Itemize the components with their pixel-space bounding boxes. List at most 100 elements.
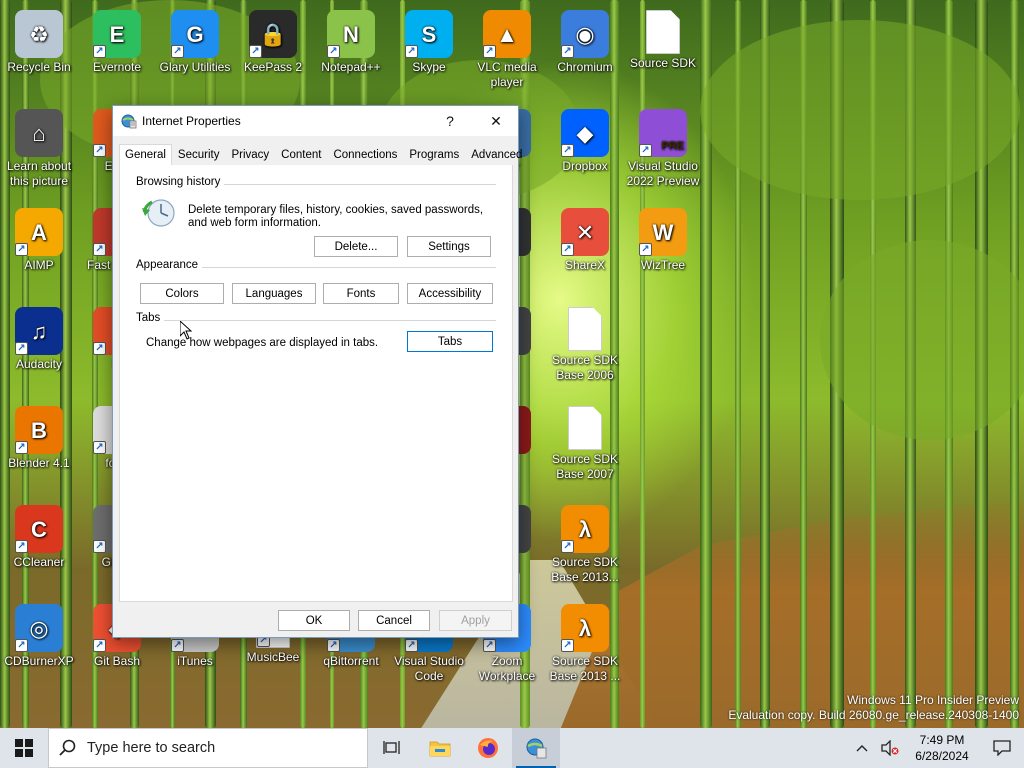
windows-logo-icon <box>15 739 33 757</box>
desktop-icon-keepass-2[interactable]: 🔒 ↗ KeePass 2 <box>234 4 312 75</box>
file-explorer-button[interactable] <box>416 728 464 768</box>
tab-advanced[interactable]: Advanced <box>465 145 528 165</box>
firefox-button[interactable] <box>464 728 512 768</box>
tab-bar: General Security Privacy Content Connect… <box>119 143 522 166</box>
desktop-icon-source-sdk-base-2013[interactable]: λ ↗ Source SDK Base 2013 ... <box>546 598 624 684</box>
notification-center-icon <box>993 740 1011 756</box>
taskbar-clock[interactable]: 7:49 PM 6/28/2024 <box>904 732 980 764</box>
task-view-button[interactable] <box>368 728 416 768</box>
desktop-icon-label: iTunes <box>177 654 213 668</box>
desktop-icon-wiztree[interactable]: W ↗ WizTree <box>624 202 702 273</box>
app-icon: λ ↗ <box>561 505 609 553</box>
general-tab-panel: Browsing history Delete temporary files,… <box>119 165 513 602</box>
shortcut-arrow-icon: ↗ <box>15 342 28 355</box>
taskbar: Type here to search 7:49 PM 6/28/2024 <box>0 728 1024 768</box>
desktop-icon-label: Source SDK Base 2013... <box>551 555 619 584</box>
volume-button[interactable] <box>876 728 904 768</box>
cancel-button[interactable]: Cancel <box>358 610 430 631</box>
shortcut-arrow-icon: ↗ <box>93 540 106 553</box>
accessibility-button[interactable]: Accessibility <box>407 283 493 304</box>
desktop-icon-label: Notepad++ <box>321 60 381 74</box>
desktop-icon-recycle-bin[interactable]: ♻ Recycle Bin <box>0 4 78 75</box>
desktop-icon-skype[interactable]: S ↗ Skype <box>390 4 468 75</box>
delete-button[interactable]: Delete... <box>314 236 398 257</box>
ok-button[interactable]: OK <box>278 610 350 631</box>
settings-button[interactable]: Settings <box>407 236 491 257</box>
shortcut-arrow-icon: ↗ <box>483 639 496 652</box>
app-icon <box>568 406 602 450</box>
desktop-icon-evernote[interactable]: E ↗ Evernote <box>78 4 156 75</box>
desktop-icon-label: Source SDK Base 2013 ... <box>549 654 621 683</box>
desktop-icon-label: Chromium <box>557 60 613 74</box>
desktop-icon-visual-studio-2022-preview[interactable]: PRE ↗ Visual Studio 2022 Preview <box>624 103 702 189</box>
languages-button[interactable]: Languages <box>232 283 316 304</box>
tab-connections[interactable]: Connections <box>327 145 403 165</box>
shortcut-arrow-icon: ↗ <box>15 639 28 652</box>
desktop-icon-label: Source SDK Base 2007 <box>551 452 619 481</box>
desktop-icon-label: AIMP <box>24 258 54 272</box>
app-icon: N ↗ <box>327 10 375 58</box>
shortcut-arrow-icon: ↗ <box>171 45 184 58</box>
dialog-titlebar[interactable]: Internet Properties ? ✕ <box>113 106 518 136</box>
desktop-icon-chromium[interactable]: ◉ ↗ Chromium <box>546 4 624 75</box>
tab-privacy[interactable]: Privacy <box>225 145 275 165</box>
desktop-icon-source-sdk-base-2007[interactable]: Source SDK Base 2007 <box>546 400 624 482</box>
desktop-icon-label: Source SDK Base 2006 <box>551 353 619 382</box>
desktop-icon-label: Learn about this picture <box>6 159 72 188</box>
help-icon: ? <box>446 113 454 129</box>
desktop-icon-learn-about-this-picture[interactable]: ⌂ Learn about this picture <box>0 103 78 189</box>
tabs-button[interactable]: Tabs <box>407 331 493 352</box>
clock-date: 6/28/2024 <box>915 749 969 763</box>
help-button[interactable]: ? <box>427 106 473 136</box>
app-icon: λ ↗ <box>561 604 609 652</box>
shortcut-arrow-icon: ↗ <box>93 45 106 58</box>
system-tray: 7:49 PM 6/28/2024 <box>848 728 1024 768</box>
app-icon: G ↗ <box>171 10 219 58</box>
tab-general[interactable]: General <box>119 144 172 166</box>
desktop-icon-notepad[interactable]: N ↗ Notepad++ <box>312 4 390 75</box>
shortcut-arrow-icon: ↗ <box>483 45 496 58</box>
desktop-icon-vlc-media-player[interactable]: ▲ ↗ VLC media player <box>468 4 546 90</box>
desktop-icon-cdburnerxp[interactable]: ◎ ↗ CDBurnerXP <box>0 598 78 669</box>
desktop-icon-audacity[interactable]: ♫ ↗ Audacity <box>0 301 78 372</box>
desktop-icon-sharex[interactable]: ✕ ↗ ShareX <box>546 202 624 273</box>
shortcut-arrow-icon: ↗ <box>327 45 340 58</box>
shortcut-arrow-icon: ↗ <box>561 144 574 157</box>
app-icon: S ↗ <box>405 10 453 58</box>
desktop-icon-source-sdk-base-2013[interactable]: λ ↗ Source SDK Base 2013... <box>546 499 624 585</box>
desktop-icon-ccleaner[interactable]: C ↗ CCleaner <box>0 499 78 570</box>
shortcut-arrow-icon: ↗ <box>249 45 262 58</box>
taskbar-search-box[interactable]: Type here to search <box>48 728 368 768</box>
app-icon: E ↗ <box>93 10 141 58</box>
app-icon: ✕ ↗ <box>561 208 609 256</box>
apply-button[interactable]: Apply <box>439 610 512 631</box>
folder-icon <box>429 741 451 757</box>
browsing-history-icon <box>142 196 176 230</box>
desktop-icon-glary-utilities[interactable]: G ↗ Glary Utilities <box>156 4 234 75</box>
shortcut-arrow-icon: ↗ <box>561 45 574 58</box>
mouse-pointer-icon <box>179 319 193 343</box>
tab-programs[interactable]: Programs <box>403 145 465 165</box>
tab-content[interactable]: Content <box>275 145 327 165</box>
desktop-icon-label: Dropbox <box>562 159 608 173</box>
group-divider <box>200 267 496 268</box>
desktop-icon-label: Visual Studio 2022 Preview <box>626 159 700 188</box>
bamboo-leaves <box>700 20 1020 200</box>
browsing-history-heading: Browsing history <box>136 176 225 188</box>
start-button[interactable] <box>0 728 48 768</box>
fonts-button[interactable]: Fonts <box>323 283 399 304</box>
app-icon: ♫ ↗ <box>15 307 63 355</box>
close-button[interactable]: ✕ <box>473 106 519 136</box>
tab-security[interactable]: Security <box>172 145 226 165</box>
colors-button[interactable]: Colors <box>140 283 224 304</box>
desktop-icon-aimp[interactable]: A ↗ AIMP <box>0 202 78 273</box>
desktop-icon-dropbox[interactable]: ◆ ↗ Dropbox <box>546 103 624 174</box>
desktop-icon-source-sdk-base-2006[interactable]: Source SDK Base 2006 <box>546 301 624 383</box>
desktop-icon-source-sdk[interactable]: Source SDK <box>624 4 702 71</box>
notifications-button[interactable] <box>980 728 1024 768</box>
show-hidden-icons-button[interactable] <box>848 728 876 768</box>
desktop-icon-label: KeePass 2 <box>243 60 303 74</box>
internet-properties-taskbar-button[interactable] <box>512 728 560 768</box>
desktop-icon-blender-4-1[interactable]: B ↗ Blender 4.1 <box>0 400 78 471</box>
search-icon <box>59 739 76 756</box>
